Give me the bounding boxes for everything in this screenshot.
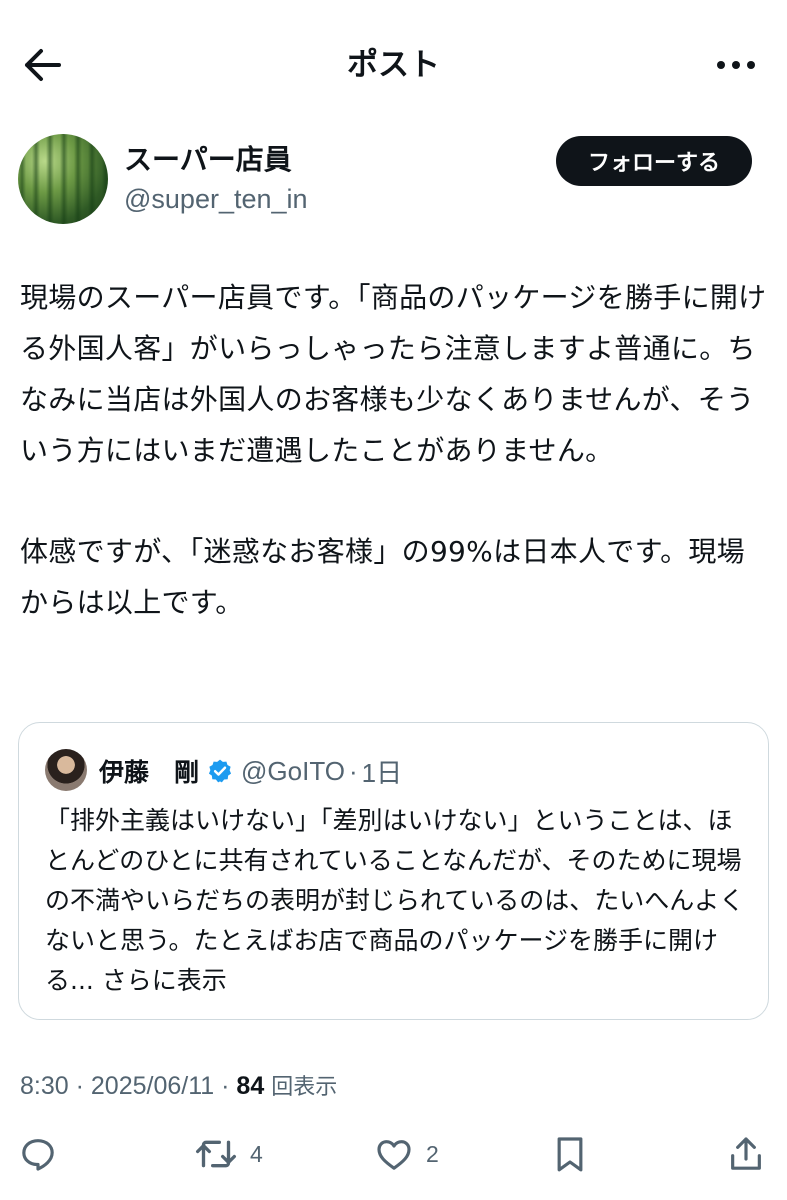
post-text: 現場のスーパー店員です。「商品のパッケージを勝手に開ける外国人客」がいらっしゃっ… — [20, 272, 768, 628]
quoted-post-text: 「排外主義はいけない」「差別はいけない」ということは、ほとんどのひとに共有されて… — [45, 801, 755, 1001]
views-label: 回表示 — [271, 1075, 338, 1100]
author-avatar[interactable] — [18, 134, 108, 224]
show-more-link[interactable]: さらに表示 — [102, 966, 227, 995]
reply-icon — [22, 1139, 54, 1171]
retweet-icon — [196, 1140, 236, 1168]
verified-icon — [207, 758, 233, 784]
quoted-post-header: 伊藤 剛 @GoITO · 1日 — [99, 749, 402, 793]
like-button[interactable]: 2 — [374, 1130, 439, 1178]
like-count: 2 — [426, 1140, 439, 1167]
quoted-post-time: 1日 — [361, 757, 403, 788]
post-detail-page: ポスト スーパー店員 @super_ten_in フォローする 現場のスーパー店… — [0, 0, 787, 1200]
top-bar: ポスト — [0, 0, 787, 130]
more-icon — [717, 61, 755, 69]
post-meta: 8:30 · 2025/06/11 · 84 回表示 — [20, 1066, 337, 1108]
quoted-author-handle: @GoITO — [241, 755, 345, 786]
post-paragraph: 現場のスーパー店員です。「商品のパッケージを勝手に開ける外国人客」がいらっしゃっ… — [20, 281, 767, 467]
action-bar: 4 2 — [0, 1130, 787, 1178]
meta-separator: · — [221, 1072, 230, 1100]
reply-button[interactable] — [18, 1130, 58, 1178]
post-time: 8:30 — [20, 1072, 69, 1100]
retweet-count: 4 — [250, 1140, 263, 1167]
follow-button[interactable]: フォローする — [556, 136, 752, 186]
post-paragraph: 体感ですが、「迷惑なお客様」の99%は日本人です。現場からは以上です。 — [20, 535, 745, 619]
bookmark-icon — [557, 1137, 583, 1172]
page-title: ポスト — [347, 47, 440, 83]
views-count[interactable]: 84 — [236, 1072, 264, 1100]
more-button[interactable] — [713, 42, 759, 88]
quoted-post-card[interactable]: 伊藤 剛 @GoITO · 1日 「排外主義はいけない」「差別はいけない」という… — [18, 722, 769, 1020]
quoted-author-avatar — [45, 749, 87, 791]
heart-icon — [377, 1140, 411, 1170]
author-name[interactable]: スーパー店員 — [124, 140, 292, 180]
meta-separator: · — [75, 1072, 84, 1100]
author-handle[interactable]: @super_ten_in — [124, 180, 308, 218]
share-button[interactable] — [726, 1130, 766, 1178]
share-icon — [731, 1137, 761, 1170]
meta-separator: · — [348, 755, 358, 786]
quoted-author-name: 伊藤 剛 — [99, 758, 200, 787]
bookmark-button[interactable] — [550, 1130, 590, 1178]
post-date: 2025/06/11 — [90, 1072, 215, 1100]
retweet-button[interactable]: 4 — [194, 1130, 263, 1178]
